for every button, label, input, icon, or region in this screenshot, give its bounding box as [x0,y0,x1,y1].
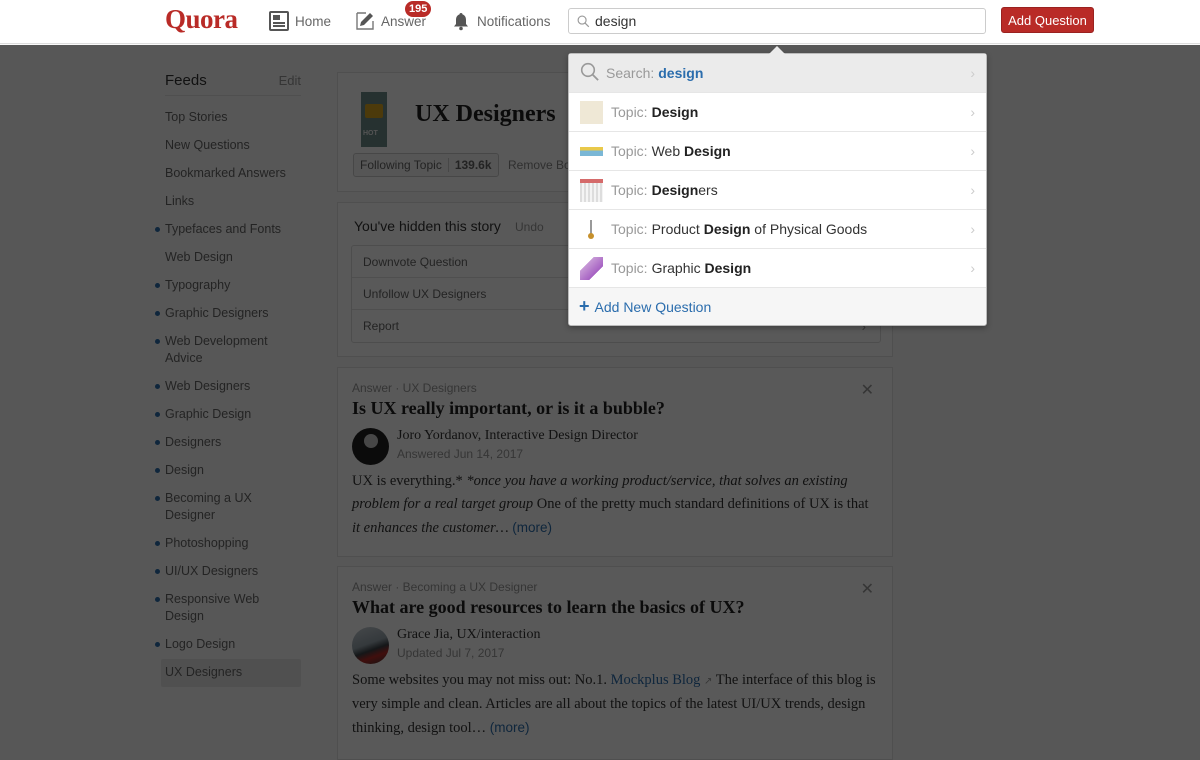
chevron-right-icon: › [970,221,975,237]
topic-suggestion[interactable]: Topic: Web Design › [569,132,986,171]
quora-logo[interactable]: Quora [165,4,238,35]
designers-topic-thumbnail [580,178,603,202]
add-question-button[interactable]: Add Question [1001,7,1094,33]
topic-name-match: Design [651,104,699,120]
answer-count-badge: 195 [405,1,432,17]
topic-name-match: Design [651,182,699,198]
search-icon [580,62,606,85]
graphic-design-topic-thumbnail [580,256,603,280]
search-prefix: Search: [606,65,655,81]
search-icon [577,15,590,27]
topic-name-part: ers [698,182,718,198]
add-new-question-label: Add New Question [594,298,712,315]
chevron-right-icon: › [970,65,975,81]
topic-name: Web Design [652,143,731,159]
topic-prefix: Topic: [611,143,648,159]
topic-prefix: Topic: [611,221,648,237]
topic-name: Graphic Design [652,260,752,276]
topic-name: Designers [652,182,718,198]
topic-suggestion[interactable]: Topic: Graphic Design › [569,249,986,288]
topic-name-match: Design [704,260,752,276]
topic-suggestions: Topic: Design › Topic: Web Design › Topic: Desi… [569,93,986,288]
chevron-right-icon: › [970,104,975,120]
nav-home[interactable]: Home [269,10,331,32]
topic-name-match: Design [703,221,751,237]
topic-name-match: Design [684,143,731,159]
search-query: design [658,65,704,81]
topic-prefix: Topic: [611,104,648,120]
home-icon [269,11,289,31]
topic-prefix: Topic: [611,260,648,276]
search-suggestion[interactable]: Search: design › [569,54,986,93]
top-nav-bar: Quora Home Answer 195 Notifications Add … [0,0,1200,44]
pencil-icon [355,11,375,31]
chevron-right-icon: › [970,182,975,198]
topic-name-part: Graphic [651,260,705,276]
nav-home-label: Home [295,13,332,29]
topic-suggestion[interactable]: Topic: Product Design of Physical Goods › [569,210,986,249]
nav-notifications[interactable]: Notifications [451,10,551,32]
topic-suggestion[interactable]: Topic: Design › [569,93,986,132]
chevron-right-icon: › [970,143,975,159]
design-topic-thumbnail [580,100,603,124]
search-input[interactable] [595,13,965,29]
nav-notifications-label: Notifications [477,13,551,29]
bell-icon [451,11,471,31]
topic-name: Design [652,104,699,120]
search-box[interactable] [568,8,986,34]
topic-name: Product Design of Physical Goods [652,221,868,237]
plus-icon: + [579,296,590,316]
topic-prefix: Topic: [611,182,648,198]
chevron-right-icon: › [970,260,975,276]
topic-suggestion[interactable]: Topic: Designers › [569,171,986,210]
product-design-topic-thumbnail [580,218,603,241]
topic-name-part: Web [651,143,685,159]
add-new-question-button[interactable]: + Add New Question [569,288,986,325]
web-design-topic-thumbnail [580,139,603,163]
search-suggestions-dropdown: Search: design › Topic: Design › Topic: Web … [568,46,987,326]
topic-name-part: Product [651,221,704,237]
topic-name-part: of Physical Goods [750,221,868,237]
